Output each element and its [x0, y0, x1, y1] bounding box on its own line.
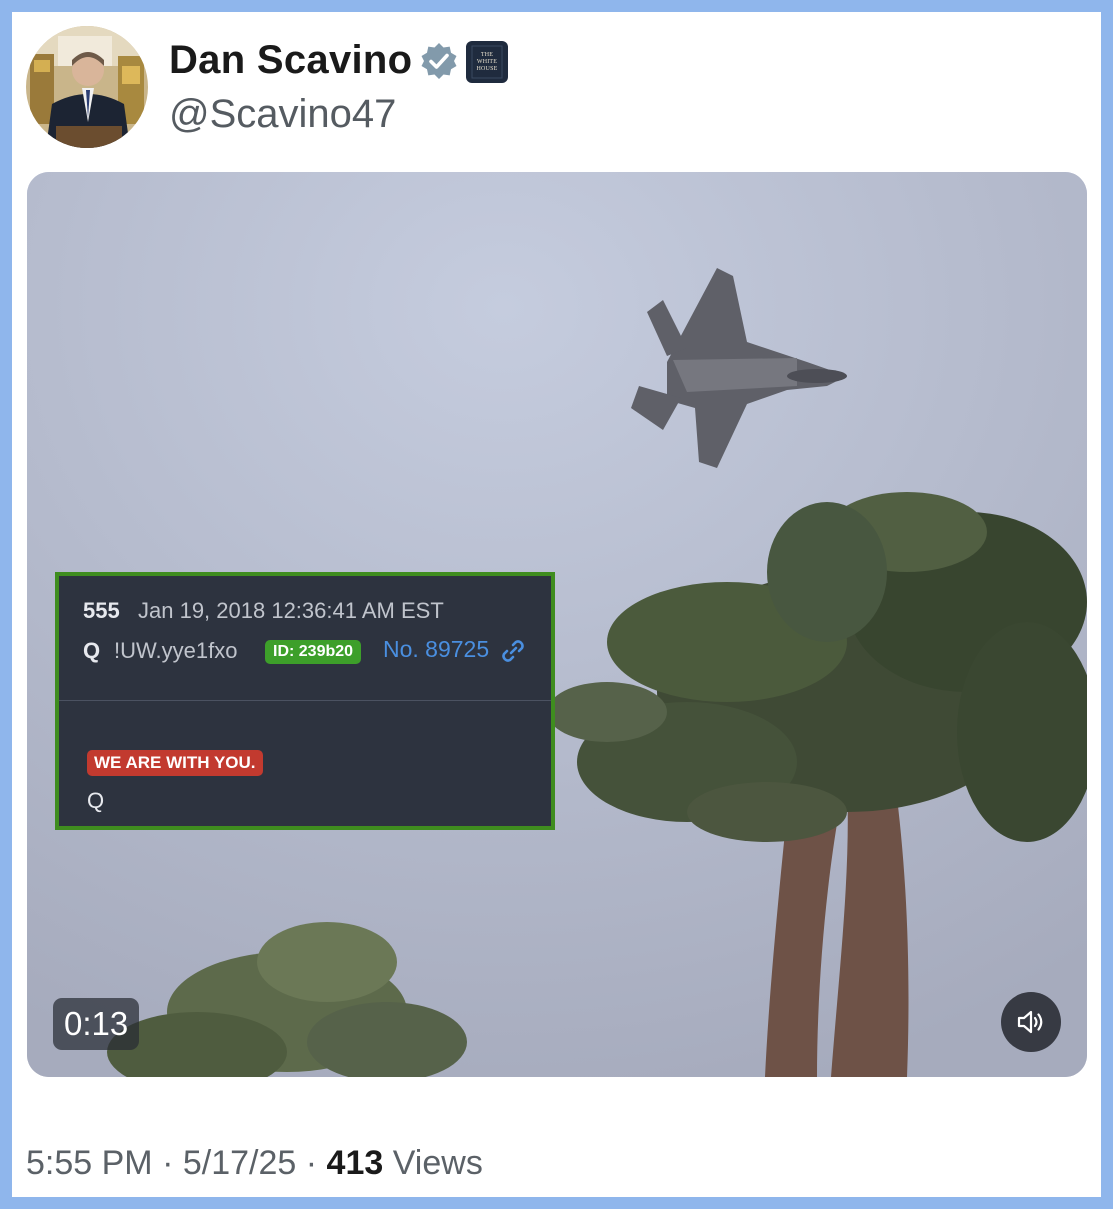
meta-separator: ·: [162, 1144, 174, 1182]
post-time[interactable]: 5:55 PM: [26, 1144, 153, 1182]
highlight-text: WE ARE WITH YOU.: [87, 750, 263, 776]
verified-badge-icon[interactable]: [420, 42, 458, 80]
views-count: 413: [326, 1144, 384, 1182]
divider: [59, 700, 551, 701]
post-date[interactable]: 5/17/25: [183, 1144, 296, 1182]
meta-separator: ·: [305, 1144, 318, 1182]
display-name[interactable]: Dan Scavino: [169, 38, 412, 83]
affiliation-line: HOUSE: [476, 66, 498, 72]
mute-button[interactable]: [1001, 992, 1061, 1052]
post-no-link: No. 89725: [383, 636, 490, 662]
views-label: Views: [392, 1144, 483, 1182]
post-number: 555: [83, 598, 120, 623]
post-date: Jan 19, 2018 12:36:41 AM EST: [138, 598, 444, 623]
user-handle[interactable]: @Scavino47: [169, 92, 396, 137]
id-badge: ID: 239b20: [265, 640, 362, 664]
video-duration: 0:13: [53, 998, 140, 1050]
video-player[interactable]: 555 Jan 19, 2018 12:36:41 AM EST Q !UW.y…: [27, 172, 1087, 1077]
post-meta: 5:55 PM · 5/17/25 · 413 Views: [26, 1144, 483, 1183]
affiliation-line: THE: [480, 52, 494, 58]
post-card: Dan Scavino THE WHITE HOUSE @Scavino47 5…: [12, 12, 1101, 1197]
speaker-icon: [1017, 1010, 1043, 1034]
tripcode: !UW.yye1fxo: [114, 638, 238, 663]
affiliation-line: WHITE: [476, 59, 498, 65]
embedded-q-post: 555 Jan 19, 2018 12:36:41 AM EST Q !UW.y…: [55, 572, 555, 830]
link-icon: [500, 638, 526, 664]
signature: Q: [87, 788, 105, 813]
white-house-badge-icon[interactable]: THE WHITE HOUSE: [466, 41, 508, 83]
poster-name: Q: [83, 638, 101, 663]
avatar[interactable]: [26, 26, 148, 148]
